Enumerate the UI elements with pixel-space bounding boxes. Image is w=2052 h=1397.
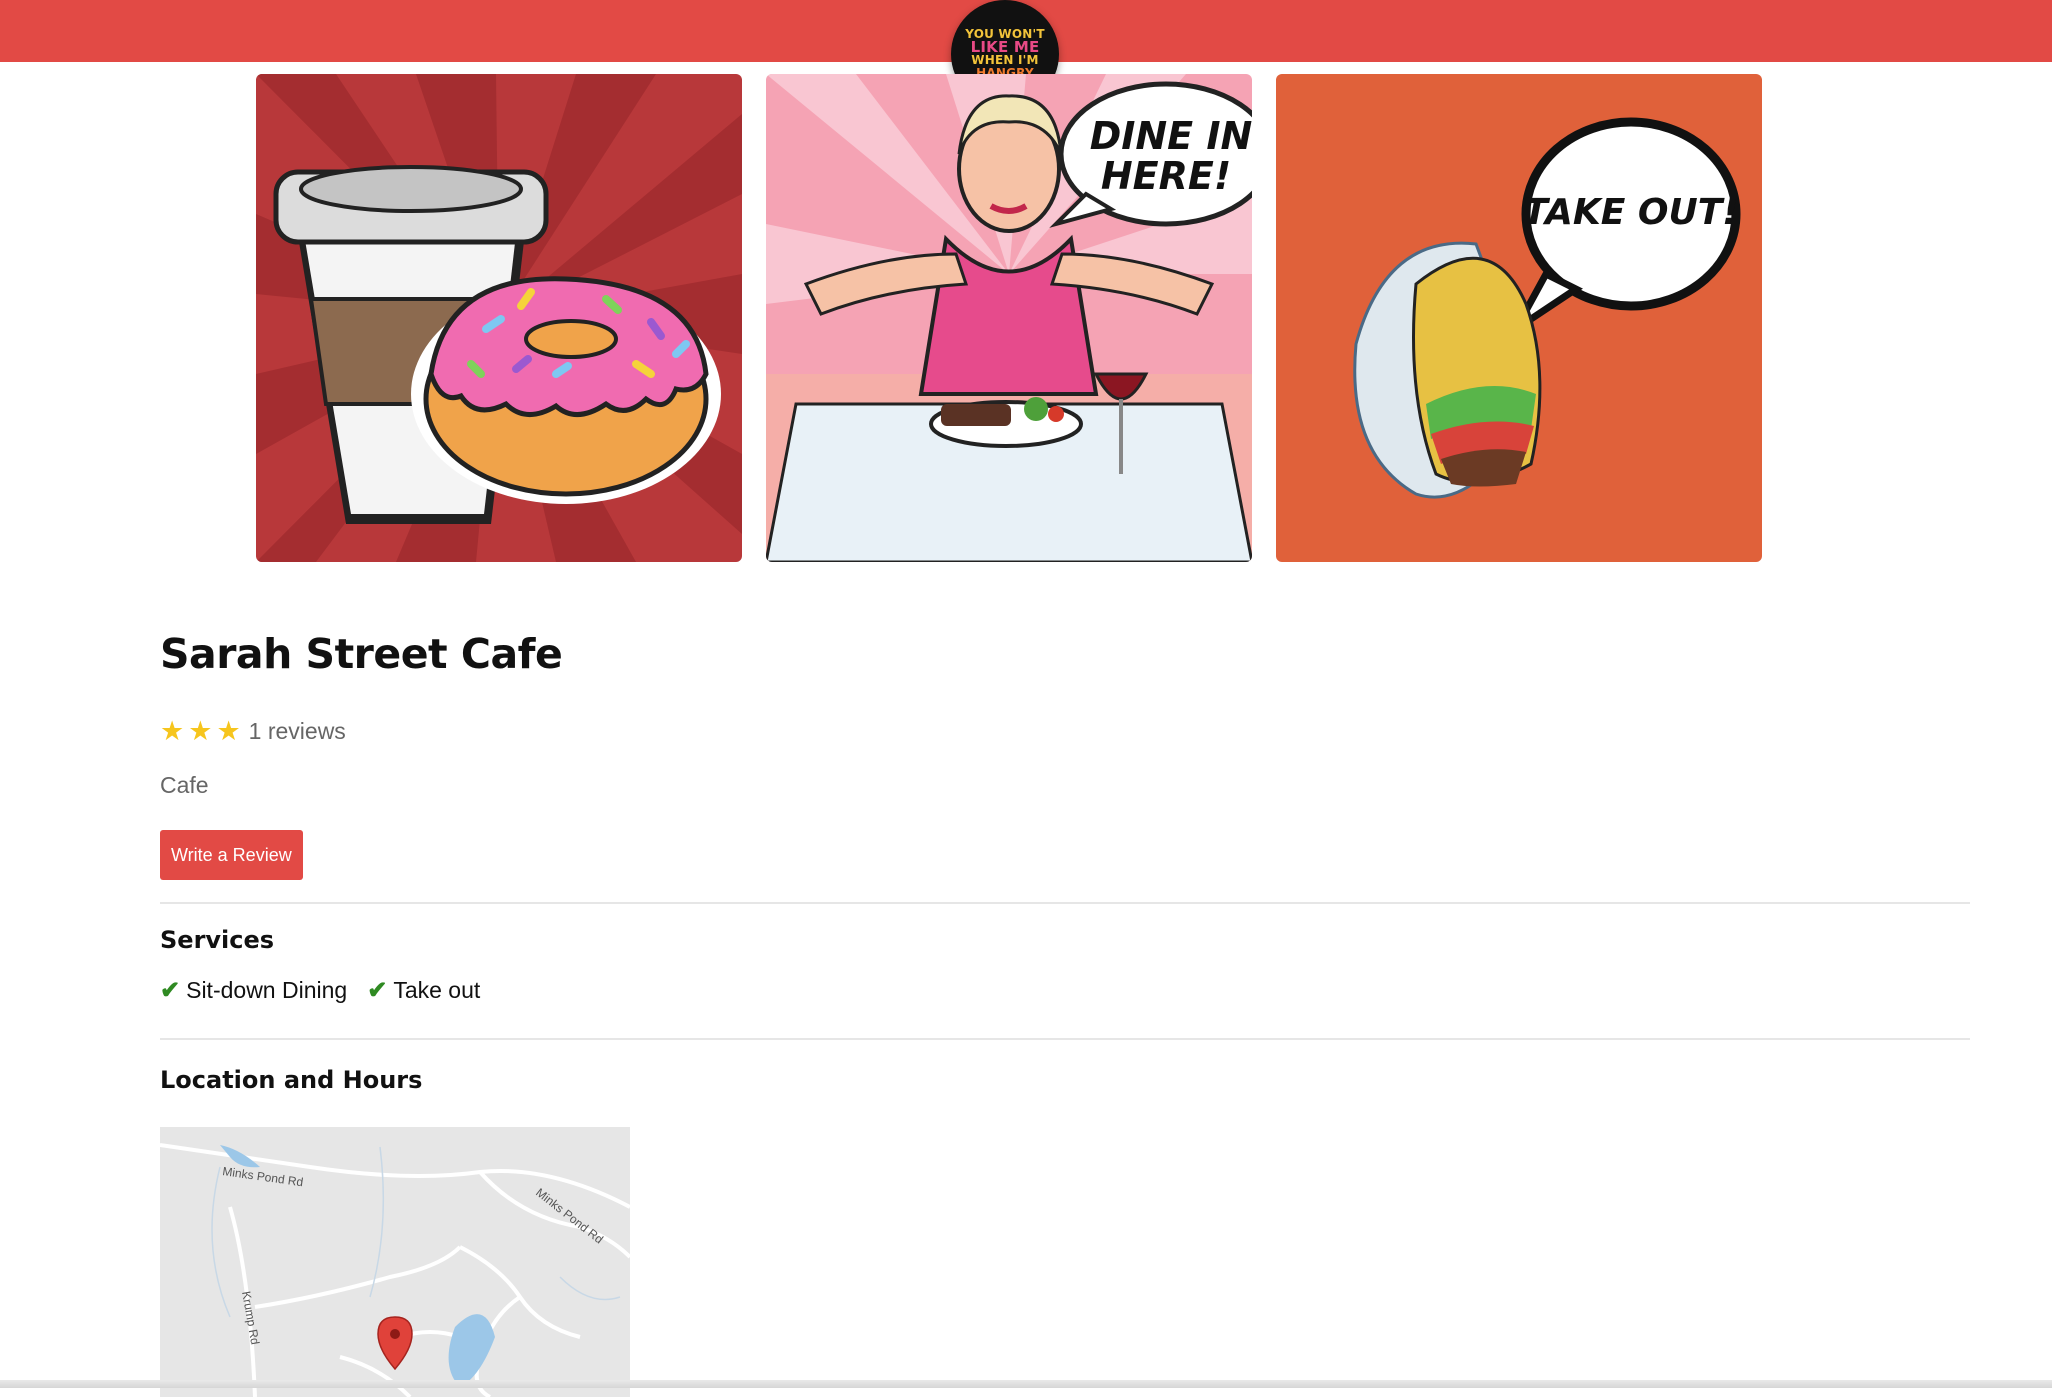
business-category: Cafe bbox=[160, 772, 209, 798]
window-bottom-edge bbox=[0, 1380, 2052, 1388]
location-map[interactable]: Minks Pond Rd Minks Pond Rd Krump Rd bbox=[160, 1127, 630, 1397]
service-item: ✔ Take out bbox=[367, 976, 480, 1005]
take-out-image: TAKE OUT! bbox=[1276, 74, 1762, 562]
review-count[interactable]: 1 reviews bbox=[249, 718, 346, 745]
write-review-button[interactable]: Write a Review bbox=[160, 830, 303, 880]
coffee-donut-image bbox=[256, 74, 742, 562]
service-label: Sit-down Dining bbox=[186, 977, 348, 1003]
dine-in-caption: DINE IN bbox=[1090, 114, 1252, 158]
check-icon: ✔ bbox=[367, 977, 388, 1004]
location-heading: Location and Hours bbox=[160, 1066, 423, 1094]
rating: ★ ★ ★ 1 reviews bbox=[160, 718, 346, 745]
divider bbox=[160, 902, 1970, 904]
service-label: Take out bbox=[393, 977, 481, 1003]
check-icon: ✔ bbox=[160, 977, 181, 1004]
star-icon: ★ bbox=[160, 716, 185, 746]
service-item: ✔ Sit-down Dining bbox=[160, 976, 347, 1005]
services-list: ✔ Sit-down Dining ✔ Take out bbox=[160, 976, 480, 1005]
dine-in-image: DINE IN HERE! bbox=[766, 74, 1252, 562]
star-icon: ★ bbox=[188, 716, 213, 746]
svg-text:HERE!: HERE! bbox=[1101, 154, 1231, 198]
business-name: Sarah Street Cafe bbox=[160, 630, 563, 678]
services-heading: Services bbox=[160, 926, 275, 954]
star-icon: ★ bbox=[216, 716, 241, 746]
divider bbox=[160, 1038, 1970, 1040]
take-out-caption: TAKE OUT! bbox=[1523, 192, 1738, 233]
